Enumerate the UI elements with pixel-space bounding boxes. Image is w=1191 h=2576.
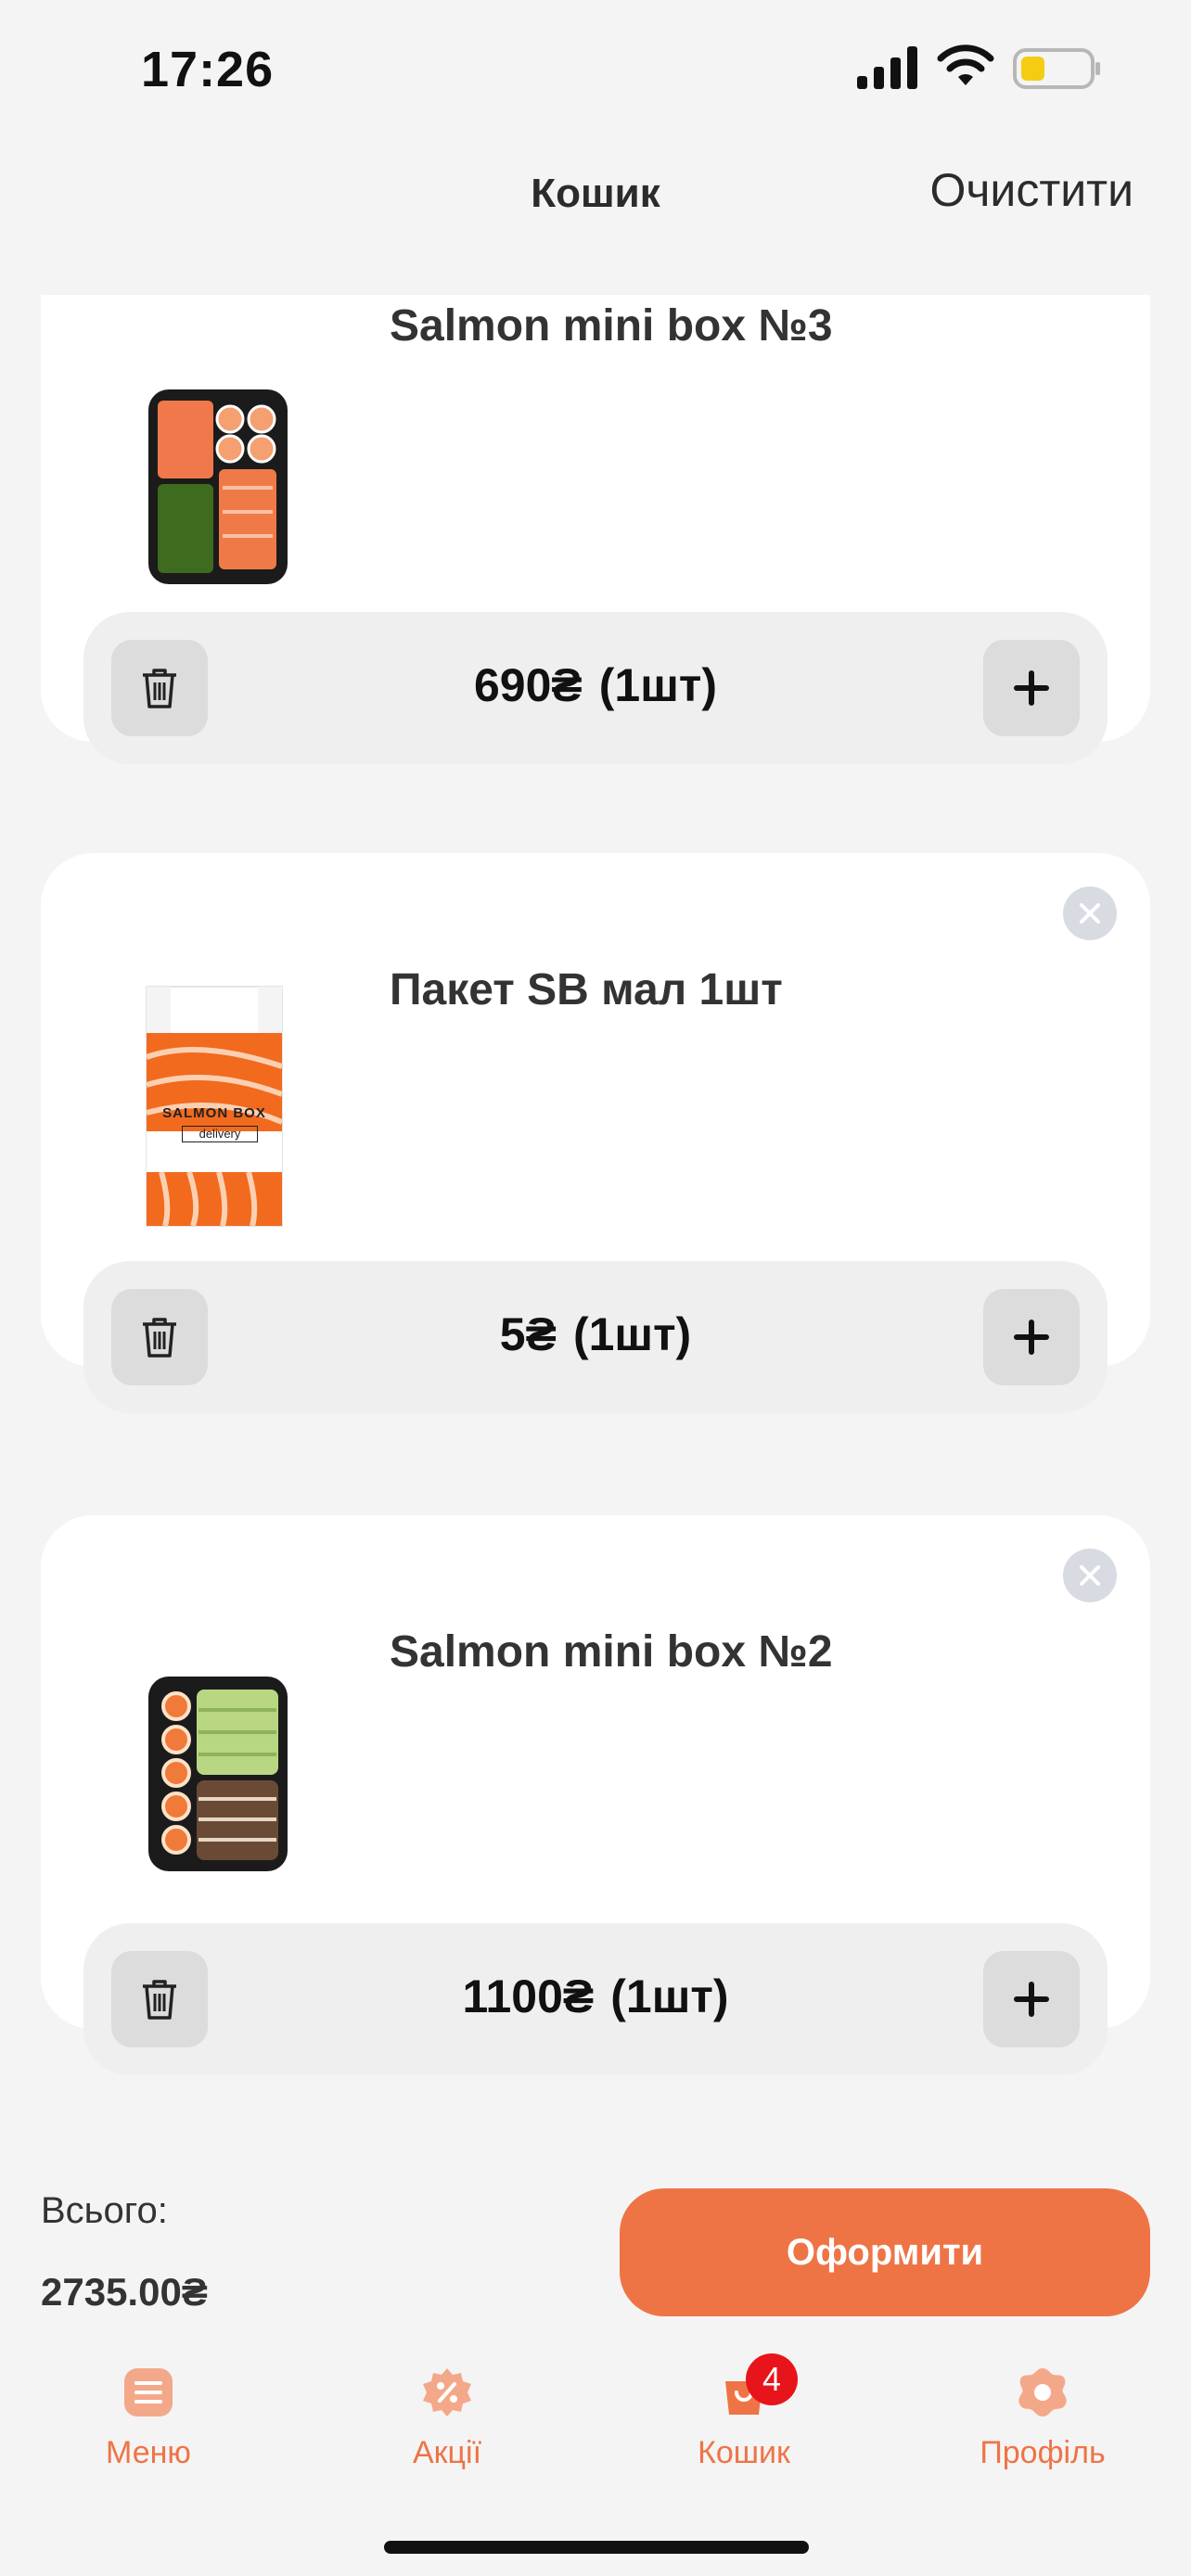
close-icon	[1080, 1565, 1100, 1586]
quantity-control: 5₴ (1шт)	[83, 1261, 1108, 1413]
close-icon	[1080, 903, 1100, 924]
item-name: Пакет SB мал 1шт	[390, 965, 783, 1014]
tab-bar: Меню Акції 4 Кошик Профіль	[0, 2346, 1191, 2494]
bag-subtitle-text: delivery	[182, 1126, 258, 1142]
bag-brand-text: SALMON BOX	[162, 1105, 266, 1121]
tab-profile[interactable]: Профіль	[941, 2346, 1145, 2485]
tab-label: Акції	[412, 2435, 482, 2470]
item-price-quantity: 1100₴ (1шт)	[83, 1970, 1108, 2023]
total-value: 2735.00₴	[41, 2270, 208, 2314]
cart-item: SALMON BOX delivery Пакет SB мал 1шт 5₴ (…	[41, 853, 1150, 1413]
item-price: 1100₴	[462, 1970, 595, 2022]
profile-icon	[1018, 2368, 1067, 2417]
increase-quantity-button[interactable]	[983, 1289, 1080, 1385]
status-time: 17:26	[141, 42, 275, 97]
cart-count-badge: 4	[746, 2353, 798, 2405]
increase-quantity-button[interactable]	[983, 1951, 1080, 2047]
menu-icon	[124, 2368, 173, 2417]
status-bar: 17:26	[0, 0, 1191, 139]
item-price: 690₴	[473, 659, 583, 711]
item-price-quantity: 5₴ (1шт)	[83, 1307, 1108, 1361]
tab-label: Меню	[106, 2435, 191, 2470]
increase-quantity-button[interactable]	[983, 640, 1080, 736]
cart-item: Salmon mini box №3 690₴ (1шт)	[41, 295, 1150, 764]
plus-icon	[1014, 1982, 1049, 2017]
item-name: Salmon mini box №3	[390, 301, 833, 351]
item-quantity: (1шт)	[610, 1970, 729, 2022]
promo-icon	[423, 2368, 471, 2417]
checkout-button[interactable]: Оформити	[620, 2188, 1150, 2316]
item-price: 5₴	[499, 1308, 557, 1360]
tab-cart[interactable]: 4 Кошик	[642, 2346, 846, 2485]
sushi-box-2-image	[148, 1677, 288, 1871]
clear-cart-button[interactable]: Очистити	[929, 163, 1133, 217]
plus-icon	[1014, 1320, 1049, 1355]
home-indicator	[384, 2541, 809, 2554]
total-label: Всього:	[41, 2190, 168, 2231]
item-quantity: (1шт)	[572, 1308, 692, 1360]
item-quantity: (1шт)	[598, 659, 718, 711]
cart-item: Salmon mini box №2 1100₴ (1шт)	[41, 1515, 1150, 2075]
tab-menu[interactable]: Меню	[46, 2346, 250, 2485]
remove-item-button[interactable]	[1063, 886, 1117, 940]
item-price-quantity: 690₴ (1шт)	[83, 658, 1108, 712]
salmon-box-bag-image	[145, 986, 284, 1228]
item-name: Salmon mini box №2	[390, 1627, 833, 1677]
nav-header: Кошик Очистити	[0, 139, 1191, 297]
battery-icon	[1013, 48, 1100, 89]
cart-list[interactable]: Salmon mini box №3 690₴ (1шт) SALMON BOX…	[41, 295, 1150, 2131]
tab-label: Кошик	[698, 2435, 790, 2470]
sushi-box-3-image	[148, 389, 288, 584]
signal-icon	[857, 46, 917, 89]
quantity-control: 690₴ (1шт)	[83, 612, 1108, 764]
plus-icon	[1014, 670, 1049, 706]
wifi-icon	[937, 45, 994, 85]
remove-item-button[interactable]	[1063, 1549, 1117, 1602]
tab-label: Профіль	[980, 2435, 1106, 2470]
quantity-control: 1100₴ (1шт)	[83, 1923, 1108, 2075]
tab-promo[interactable]: Акції	[345, 2346, 549, 2485]
